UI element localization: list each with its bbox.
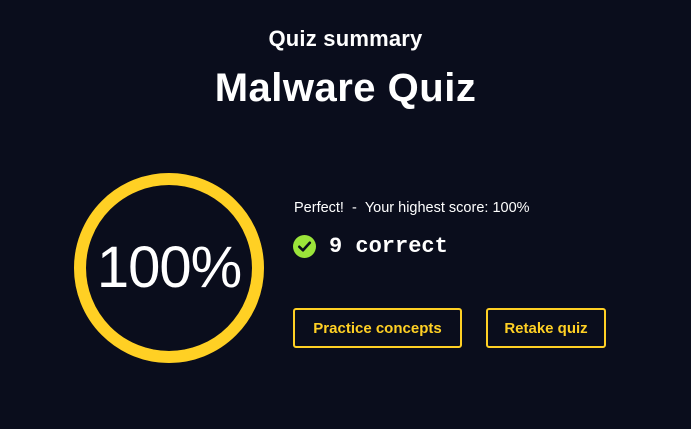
check-circle-icon [293,234,316,258]
retake-quiz-button[interactable]: Retake quiz [486,308,606,348]
correct-count: 9 correct [329,233,448,259]
page-title: Malware Quiz [214,66,477,110]
score-percent: 100% [96,235,242,300]
score-ring: 100% [71,170,267,366]
highest-score: Your highest score: 100% [364,200,530,216]
result-separator: - [351,200,357,216]
practice-concepts-button[interactable]: Practice concepts [293,308,462,348]
correct-count-row: 9 correct [293,233,448,259]
result-line: Perfect! - Your highest score: 100% [294,200,530,216]
result-status: Perfect! [294,200,344,216]
page-subtitle: Quiz summary [268,26,423,51]
